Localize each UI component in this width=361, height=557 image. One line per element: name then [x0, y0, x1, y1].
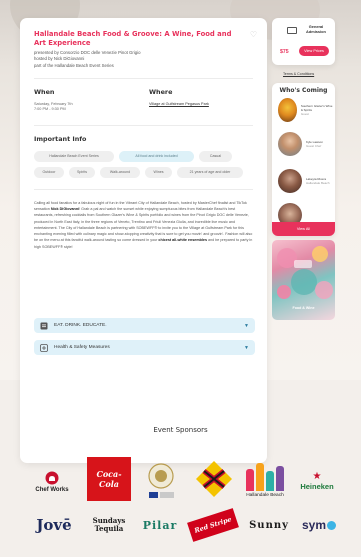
tag: Outdoor: [34, 166, 64, 178]
sponsor-name: Jovē: [36, 516, 72, 534]
sponsor-name: Chef Works: [35, 487, 69, 493]
sponsor-name: Hallandale Beach: [246, 492, 284, 498]
whos-coming-title: Who's Coming: [279, 87, 328, 94]
attendee[interactable]: Kyle Lawson Guest Chef: [278, 132, 323, 156]
sponsor-name: Pilar: [142, 518, 178, 532]
view-all-button[interactable]: View All: [272, 222, 335, 236]
venue-link[interactable]: Village at Gulfstream Pegasus Park: [149, 102, 209, 106]
series-info: part of the Hallandale Beach Event Serie…: [34, 62, 114, 68]
event-title: Hallandale Beach Food & Groove: A Wine, …: [34, 30, 232, 47]
flag-icons: [148, 491, 174, 498]
attendee-info: Lakeyta Rivera Hallandale Beach: [306, 177, 330, 185]
event-time: 7:00 PM - 9:30 PM: [34, 107, 66, 112]
chef-hat-icon: [45, 471, 59, 485]
event-description: Calling all food fanatics for a fabulous…: [20, 190, 267, 250]
sponsor-name: Sunny: [249, 519, 289, 531]
skyline-icon: [246, 462, 284, 491]
tag: 21 years of age and older: [177, 166, 243, 178]
when-where: When Saturday, February 7th 7:00 PM - 9:…: [20, 79, 267, 113]
ticket-card: General Admission $75 View Prices: [272, 18, 335, 65]
promo-label: Food & Wine: [292, 306, 315, 310]
info-tags: Hallandale Beach Event Series All food a…: [20, 143, 267, 178]
ticket-type: General Admission: [306, 24, 326, 34]
attendee-info: Southern Glazer's Wine & Spirits Guest: [301, 104, 335, 116]
chevron-down-icon: ▼: [244, 322, 249, 329]
terms-link[interactable]: Terms & Conditions: [283, 72, 314, 76]
heart-icon[interactable]: ♡: [250, 30, 257, 39]
where-heading: Where: [149, 88, 173, 97]
star-icon: ★: [312, 470, 322, 482]
sponsor-logo-chef-works[interactable]: Chef Works: [30, 462, 74, 502]
sponsor-name: sym: [301, 518, 327, 532]
sponsor-logo-pilar[interactable]: Pilar: [138, 512, 182, 538]
chevron-down-icon: ▼: [244, 344, 249, 351]
when-block: When Saturday, February 7th 7:00 PM - 9:…: [34, 88, 149, 113]
attendee[interactable]: Lakeyta Rivera Hallandale Beach: [278, 169, 330, 193]
sponsor-logo-hallandale-beach[interactable]: Hallandale Beach: [242, 458, 288, 502]
accordion-eat-drink-educate[interactable]: EAT. DRINK. EDUCATE. ▼: [34, 318, 255, 333]
sponsors-heading: Event Sponsors: [153, 426, 208, 434]
check-icon: [327, 520, 337, 530]
when-heading: When: [34, 88, 55, 97]
sponsor-logo-sundays-tequila[interactable]: Sundays Tequila: [86, 510, 132, 540]
event-card: Hallandale Beach Food & Groove: A Wine, …: [20, 18, 267, 463]
avatar: [278, 98, 297, 122]
sponsor-name: Red Stripe: [193, 515, 233, 535]
attendee[interactable]: Southern Glazer's Wine & Spirits Guest: [278, 98, 335, 122]
tag: Walk-around: [100, 166, 140, 178]
sponsor-logo-coca-cola[interactable]: Coca-Cola: [87, 457, 131, 501]
attendee-role: Guest Chef: [306, 144, 322, 148]
menu-card-icon: [40, 322, 48, 330]
view-prices-button[interactable]: View Prices: [299, 46, 329, 56]
important-info-heading: Important Info: [34, 134, 87, 143]
avatar: [278, 169, 302, 193]
accordion-label: Health & Safety Measures: [54, 345, 110, 350]
promo-image[interactable]: Food & Wine: [272, 240, 335, 320]
dress-code: chicest all-white ensembles: [158, 238, 207, 243]
attendee-info: Kyle Lawson Guest Chef: [306, 140, 323, 148]
tag: Hallandale Beach Event Series: [34, 150, 114, 162]
tag: All food and drink included: [119, 150, 194, 162]
attendee-role: Guest: [300, 112, 309, 116]
tag: Spirits: [69, 166, 95, 178]
sponsor-logo-red-stripe[interactable]: Red Stripe: [187, 507, 239, 543]
accordion-health-safety[interactable]: Health & Safety Measures ▼: [34, 340, 255, 355]
sponsor-logo-sym[interactable]: sym: [296, 512, 342, 538]
red-stripe-badge: Red Stripe: [187, 508, 239, 542]
sponsor-logo-sunny[interactable]: Sunny: [246, 508, 292, 542]
attendee-role: Hallandale Beach: [306, 181, 330, 185]
seal-icon: [148, 462, 174, 489]
sponsor-name: Coca-Cola: [96, 469, 122, 489]
avatar: [278, 132, 302, 156]
sponsor-logo-jove[interactable]: Jovē: [30, 512, 78, 538]
accordion-label: EAT. DRINK. EDUCATE.: [54, 323, 107, 328]
dos-equis-icon: [196, 461, 232, 497]
host-name: Nick DiGiovanni: [50, 207, 80, 212]
shield-icon: [40, 343, 48, 352]
sponsor-logo-delle-venezie[interactable]: [142, 456, 180, 504]
sponsor-name: Sundays Tequila: [92, 516, 126, 533]
sponsor-logo-dos-equis[interactable]: [193, 458, 235, 500]
ticket-price: $75: [280, 49, 289, 55]
tag: Wines: [145, 166, 172, 178]
tag: Casual: [199, 150, 232, 162]
whos-coming-panel: Who's Coming Southern Glazer's Wine & Sp…: [272, 83, 335, 236]
where-block: Where Village at Gulfstream Pegasus Park: [149, 88, 209, 113]
sponsor-name: Heineken: [300, 481, 334, 491]
sponsor-logo-heineken[interactable]: ★ Heineken: [292, 464, 342, 498]
attendee-name: Southern Glazer's Wine & Spirits: [300, 104, 333, 112]
ticket-icon: [287, 27, 297, 34]
